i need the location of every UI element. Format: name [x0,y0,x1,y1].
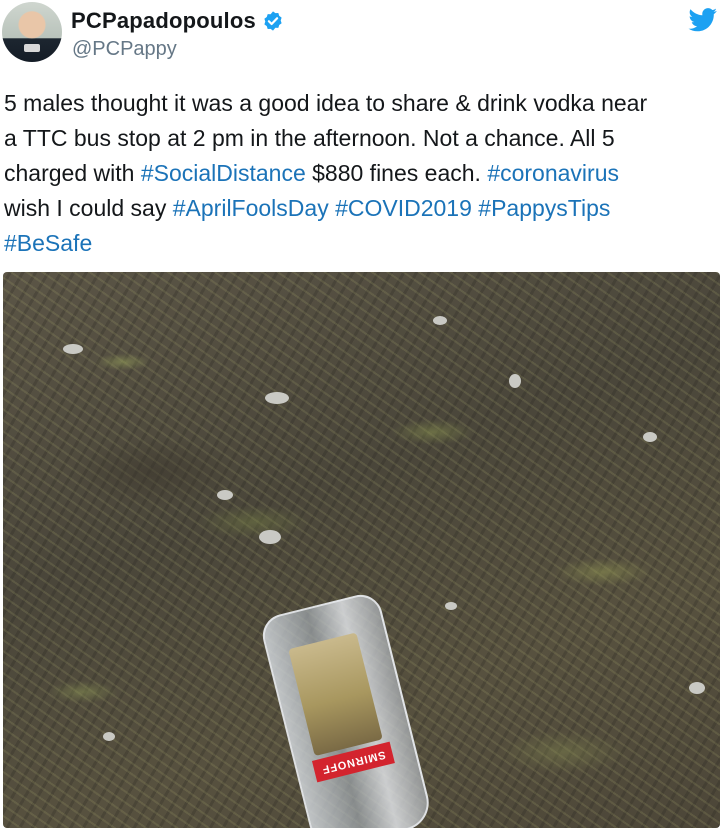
pebble [217,490,233,500]
hashtag-link[interactable]: #COVID2019 [335,195,472,221]
tweet-text-segment: charged with [4,160,141,186]
twitter-bird-icon[interactable] [688,8,718,32]
display-name[interactable]: PCPapadopoulos [71,8,256,34]
verified-badge-icon [264,11,282,31]
pebble [259,530,281,544]
hashtag-link[interactable]: #SocialDistance [141,160,306,186]
tweet-text-line: charged with #SocialDistance $880 fines … [4,156,714,191]
pebble [509,374,521,388]
hashtag-link[interactable]: #coronavirus [487,160,619,186]
tweet-text-line: 5 males thought it was a good idea to sh… [4,86,714,121]
tweet-text-segment: a TTC bus stop at 2 pm in the afternoon.… [4,125,615,151]
pebble [445,602,457,610]
tweet-text-line: wish I could say #AprilFoolsDay #COVID20… [4,191,714,226]
hashtag-link[interactable]: #BeSafe [4,230,92,256]
tweet-text-segment: $880 fines each. [305,160,488,186]
pebble [689,682,705,694]
pebble [643,432,657,442]
hashtag-link[interactable]: #PappysTips [478,195,610,221]
vodka-bottle: SMIRNOFF [258,590,435,828]
tweet-text: 5 males thought it was a good idea to sh… [4,86,714,261]
user-handle[interactable]: @PCPappy [72,38,177,61]
tweet-text-line: #BeSafe [4,226,714,261]
avatar[interactable] [2,2,62,62]
pebble [63,344,83,354]
hashtag-link[interactable]: #AprilFoolsDay [173,195,329,221]
pebble [103,732,115,741]
tweet-header: PCPapadopoulos @PCPappy [0,0,725,80]
tweet-text-segment: wish I could say [4,195,173,221]
name-row: PCPapadopoulos [71,7,284,35]
tweet-photo[interactable]: SMIRNOFF [3,272,720,828]
tweet-card: PCPapadopoulos @PCPappy 5 males thought … [0,0,725,828]
tweet-text-line: a TTC bus stop at 2 pm in the afternoon.… [4,121,714,156]
police-badge [24,44,40,52]
pebble [433,316,447,325]
pebble [265,392,289,404]
tweet-text-segment: 5 males thought it was a good idea to sh… [4,90,648,116]
